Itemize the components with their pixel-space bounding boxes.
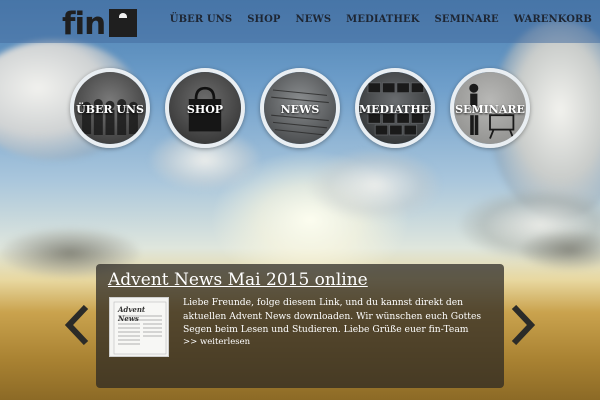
tile-label: MEDIATHEK [359,103,435,116]
logo-mark-icon [109,9,138,37]
nav-item-mediathek[interactable]: MEDIATHEK [346,14,419,25]
news-title-link[interactable]: Advent News Mai 2015 online [108,270,368,290]
news-panel: Advent News Mai 2015 online Advent News … [96,264,504,388]
cloud [310,150,440,220]
nav-item-ueber-uns[interactable]: ÜBER UNS [170,14,232,25]
news-thumbnail[interactable]: Advent News [109,297,169,357]
tile-label: NEWS [280,103,320,116]
logo-text: fin [62,6,106,42]
site-logo[interactable]: fin [62,5,138,42]
tile-seminare[interactable]: SEMINARE [450,68,530,148]
read-more-link[interactable]: >> weiterlesen [183,337,250,347]
cloud [520,230,600,270]
nav-item-shop[interactable]: SHOP [247,14,280,25]
main-nav: ÜBER UNS SHOP NEWS MEDIATHEK SEMINARE WA… [155,14,592,25]
nav-item-news[interactable]: NEWS [296,14,332,25]
tile-label: SEMINARE [455,103,525,116]
tile-label: ÜBER UNS [76,103,144,116]
tile-shop[interactable]: SHOP [165,68,245,148]
category-tiles: ÜBER UNS SHOP NEWS MEDIATHEK SEMINARE [70,68,540,150]
site-header: fin ÜBER UNS SHOP NEWS MEDIATHEK SEMINAR… [0,0,600,43]
tile-ueber-uns[interactable]: ÜBER UNS [70,68,150,148]
tile-mediathek[interactable]: MEDIATHEK [355,68,435,148]
chevron-left-icon[interactable] [64,305,90,345]
tile-label: SHOP [186,103,224,116]
tile-news[interactable]: NEWS [260,68,340,148]
nav-item-warenkorb[interactable]: WARENKORB [514,14,592,25]
nav-item-seminare[interactable]: SEMINARE [435,14,499,25]
thumb-caption: Advent News [118,305,146,323]
chevron-right-icon[interactable] [510,305,536,345]
news-body: Liebe Freunde, folge diesem Link, und du… [183,297,482,335]
